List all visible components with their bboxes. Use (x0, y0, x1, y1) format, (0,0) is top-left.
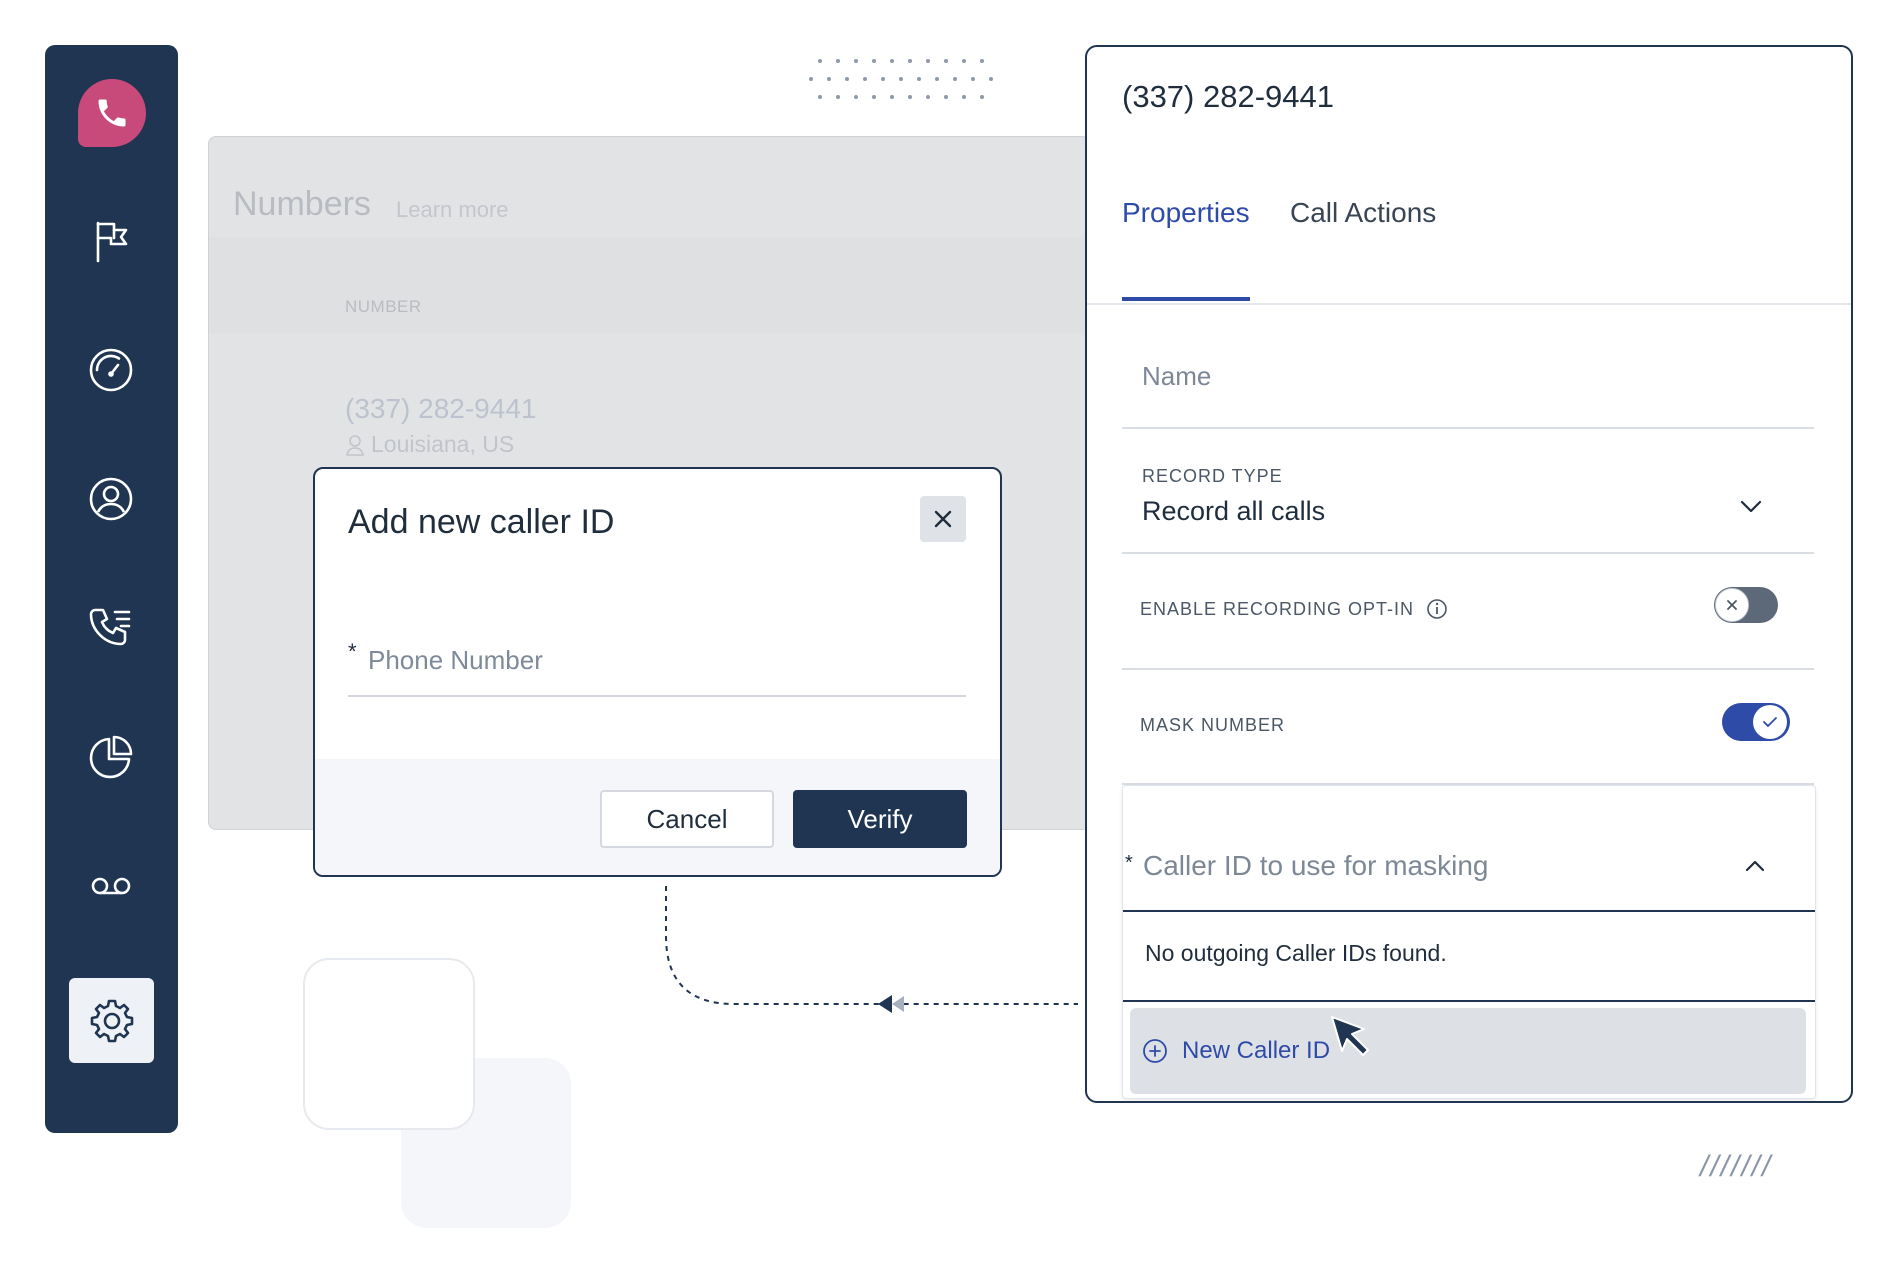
modal-footer: Cancel Verify (315, 759, 1000, 875)
toggle-knob (1753, 705, 1787, 739)
gear-icon[interactable] (69, 978, 154, 1063)
required-marker: * (1125, 852, 1133, 874)
name-field (1122, 315, 1814, 429)
column-header-number: NUMBER (345, 297, 422, 316)
recording-opt-in-label: ENABLE RECORDING OPT-IN (1140, 598, 1448, 620)
empty-message-text: No outgoing Caller IDs found. (1145, 940, 1447, 966)
mask-number-toggle[interactable] (1722, 703, 1790, 741)
number-location: Louisiana, US (345, 431, 514, 458)
caller-id-placeholder: Caller ID to use for masking (1143, 850, 1489, 881)
gauge-icon[interactable] (82, 341, 140, 399)
dashed-connector-arrow (665, 886, 1078, 1013)
new-caller-id-label: New Caller ID (1182, 1037, 1331, 1064)
record-type-select[interactable]: RECORD TYPE Record all calls (1122, 428, 1814, 554)
learn-more-link[interactable]: Learn more (396, 197, 509, 223)
close-icon (934, 510, 952, 528)
panel-title: (337) 282-9441 (1122, 79, 1334, 114)
number-link[interactable]: (337) 282-9441 (345, 393, 536, 425)
tabs: Properties Call Actions (1087, 185, 1851, 305)
record-type-value: Record all calls (1142, 496, 1326, 526)
modal-title: Add new caller ID (348, 503, 615, 541)
caller-id-dropdown: * Caller ID to use for masking No outgoi… (1122, 785, 1816, 1099)
phone-icon[interactable] (78, 79, 146, 147)
verify-button[interactable]: Verify (793, 790, 967, 848)
chevron-down-icon (1740, 500, 1762, 513)
required-marker: * (348, 639, 357, 664)
recording-opt-in-text: ENABLE RECORDING OPT-IN (1140, 598, 1415, 619)
flag-icon[interactable] (82, 212, 140, 270)
close-button[interactable] (920, 496, 966, 542)
record-type-label: RECORD TYPE (1142, 466, 1283, 486)
recording-opt-in-row: ENABLE RECORDING OPT-IN (1122, 553, 1814, 670)
decorative-square-outline (303, 958, 475, 1130)
tab-properties[interactable]: Properties (1122, 185, 1250, 301)
name-input[interactable] (1140, 355, 1804, 397)
person-icon (346, 434, 364, 456)
new-caller-id-option[interactable]: New Caller ID (1130, 1008, 1806, 1094)
table-header-bar (209, 237, 1089, 333)
tab-call-actions[interactable]: Call Actions (1290, 185, 1436, 301)
mask-number-row: MASK NUMBER (1122, 669, 1814, 785)
location-label: Louisiana, US (371, 431, 515, 457)
chevron-up-icon (1745, 860, 1765, 872)
plus-circle-icon (1143, 1039, 1167, 1063)
add-caller-id-modal: Add new caller ID * Cancel Verify (313, 467, 1002, 877)
phone-number-field: * (348, 637, 966, 697)
call-list-icon[interactable] (82, 599, 140, 657)
sidebar (45, 45, 178, 1133)
caller-id-select[interactable]: * Caller ID to use for masking (1123, 786, 1815, 912)
slashes-decoration: /////// (1700, 1150, 1773, 1183)
phone-number-input[interactable] (366, 637, 960, 683)
close-icon (1727, 600, 1737, 610)
check-icon (1763, 717, 1777, 727)
mask-number-label: MASK NUMBER (1140, 715, 1286, 735)
voicemail-icon[interactable] (82, 857, 140, 915)
recording-opt-in-toggle[interactable] (1714, 587, 1778, 623)
user-circle-icon[interactable] (82, 470, 140, 528)
empty-message: No outgoing Caller IDs found. (1123, 912, 1815, 1002)
info-icon[interactable] (1426, 598, 1448, 620)
number-details-panel: (337) 282-9441 Properties Call Actions R… (1085, 45, 1853, 1103)
dots-decoration (809, 59, 993, 99)
cancel-button[interactable]: Cancel (600, 790, 774, 848)
page-title: Numbers (233, 185, 371, 223)
pie-chart-icon[interactable] (82, 728, 140, 786)
mouse-cursor-icon (1331, 1016, 1369, 1056)
toggle-knob (1715, 588, 1749, 622)
